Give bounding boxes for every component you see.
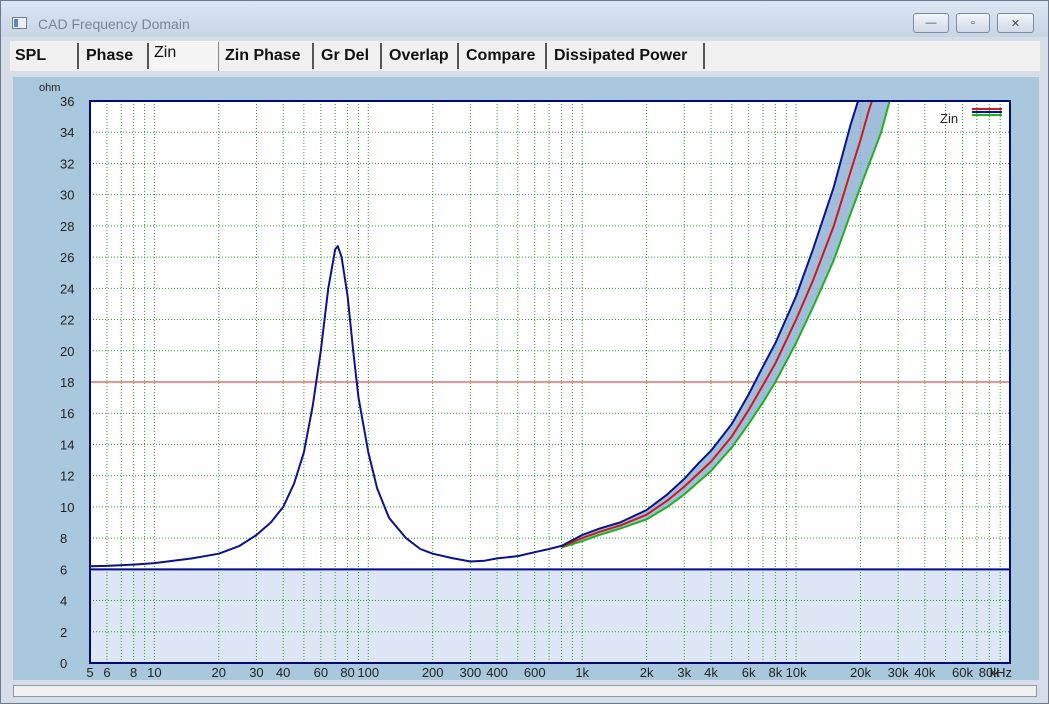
tab-zin[interactable]: Zin bbox=[149, 41, 219, 71]
x-tick-label: 100 bbox=[357, 665, 379, 680]
y-tick-label: 0 bbox=[60, 656, 67, 671]
y-tick-label: 14 bbox=[60, 437, 74, 452]
y-tick-label: 34 bbox=[60, 125, 74, 140]
y-tick-label: 32 bbox=[60, 156, 74, 171]
tab-dissipated-power[interactable]: Dissipated Power bbox=[549, 43, 705, 69]
minimize-button[interactable]: — bbox=[913, 13, 949, 33]
title-bar[interactable]: CAD Frequency Domain — ▫ ✕ bbox=[1, 1, 1048, 37]
tab-spl[interactable]: SPL bbox=[10, 43, 79, 69]
tab-overlap[interactable]: Overlap bbox=[384, 43, 459, 69]
below-threshold-band bbox=[90, 569, 1010, 663]
x-tick-label: 6 bbox=[103, 665, 110, 680]
x-tick-label: 20 bbox=[212, 665, 226, 680]
status-bar bbox=[13, 685, 1037, 697]
window-title: CAD Frequency Domain bbox=[38, 16, 190, 32]
x-tick-label: 40k bbox=[914, 665, 935, 680]
x-tick-label: 60 bbox=[314, 665, 328, 680]
x-tick-label: 1k bbox=[575, 665, 589, 680]
y-tick-label: 10 bbox=[60, 500, 74, 515]
y-tick-label: 6 bbox=[60, 562, 67, 577]
x-tick-label: 8 bbox=[130, 665, 137, 680]
tab-phase[interactable]: Phase bbox=[81, 43, 149, 69]
maximize-button[interactable]: ▫ bbox=[956, 13, 990, 33]
minimize-icon: — bbox=[925, 17, 937, 29]
y-tick-label: 30 bbox=[60, 188, 74, 203]
legend-label: Zin bbox=[940, 111, 958, 126]
tab-gr-del[interactable]: Gr Del bbox=[316, 43, 382, 69]
x-tick-label: 8k bbox=[769, 665, 783, 680]
x-tick-label: 6k bbox=[742, 665, 756, 680]
x-tick-label: 20k bbox=[850, 665, 871, 680]
y-tick-label: 22 bbox=[60, 313, 74, 328]
y-tick-label: 16 bbox=[60, 406, 74, 421]
x-tick-label: 2k bbox=[640, 665, 654, 680]
x-tick-label: 3k bbox=[677, 665, 691, 680]
tab-zin-phase[interactable]: Zin Phase bbox=[220, 43, 314, 69]
y-tick-label: 12 bbox=[60, 469, 74, 484]
y-tick-label: 36 bbox=[60, 94, 74, 109]
x-tick-label: 30k bbox=[888, 665, 909, 680]
impedance-chart[interactable]: 024681012141618202224262830323436ohm5 6 8 1… bbox=[13, 77, 1039, 680]
plot-panel: 0 2 4 6 8 10 12 14 16 18 20 22 24 26 28 30 32 34 36 ohm 5 6 8 1… bbox=[13, 77, 1039, 680]
x-tick-label: 400 bbox=[486, 665, 508, 680]
y-tick-label: 4 bbox=[60, 594, 67, 609]
y-tick-label: 18 bbox=[60, 375, 74, 390]
x-tick-label: 200 bbox=[422, 665, 444, 680]
y-tick-label: 8 bbox=[60, 531, 67, 546]
tab-compare[interactable]: Compare bbox=[461, 43, 547, 69]
x-tick-label: 40 bbox=[276, 665, 290, 680]
x-tick-label: 5 bbox=[86, 665, 93, 680]
y-tick-label: 26 bbox=[60, 250, 74, 265]
close-icon: ✕ bbox=[1010, 17, 1021, 30]
maximize-icon: ▫ bbox=[971, 17, 975, 29]
x-tick-label: 10k bbox=[786, 665, 807, 680]
y-tick-label: 20 bbox=[60, 344, 74, 359]
x-tick-label: 4k bbox=[704, 665, 718, 680]
app-icon bbox=[12, 17, 27, 29]
x-axis-unit-label: kHz bbox=[990, 665, 1012, 680]
x-tick-label: 60k bbox=[952, 665, 973, 680]
x-tick-label: 80 bbox=[340, 665, 354, 680]
close-button[interactable]: ✕ bbox=[997, 13, 1034, 33]
y-tick-label: 28 bbox=[60, 219, 74, 234]
x-tick-label: 300 bbox=[459, 665, 481, 680]
y-axis-unit-label: ohm bbox=[39, 82, 60, 94]
x-tick-label: 10 bbox=[147, 665, 161, 680]
x-tick-label: 600 bbox=[524, 665, 546, 680]
y-tick-label: 24 bbox=[60, 281, 74, 296]
app-window: CAD Frequency Domain — ▫ ✕ SPL Phase Zin… bbox=[0, 0, 1049, 704]
x-tick-label: 30 bbox=[249, 665, 263, 680]
y-tick-label: 2 bbox=[60, 625, 67, 640]
tab-strip: SPL Phase Zin Zin Phase Gr Del Overlap C… bbox=[10, 41, 1040, 71]
